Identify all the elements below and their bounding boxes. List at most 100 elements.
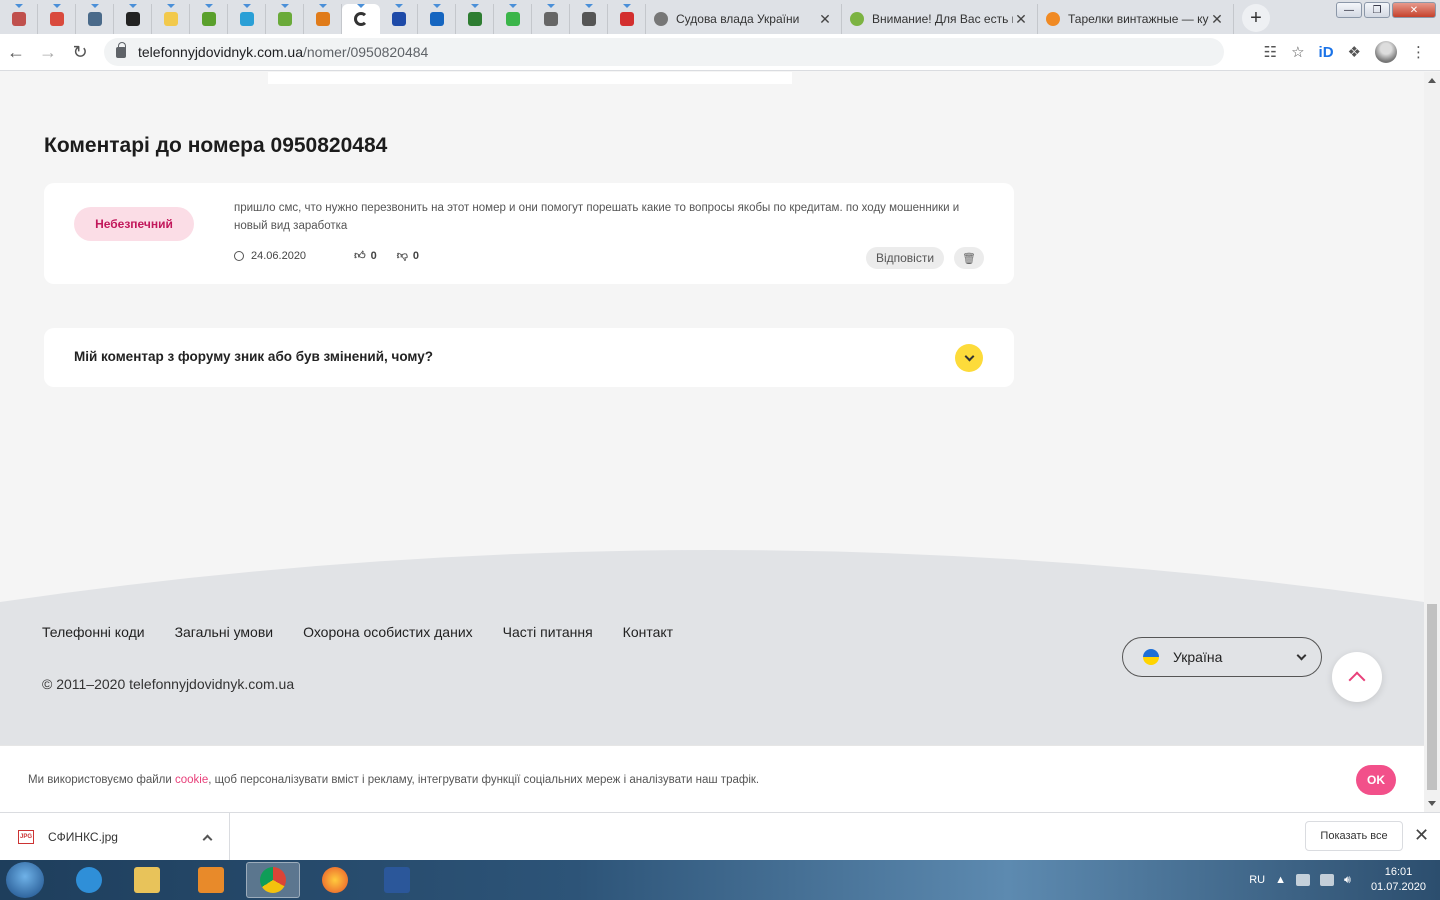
tab-title: Судова влада України <box>676 12 800 26</box>
back-button[interactable]: ← <box>0 36 32 68</box>
pinned-tab[interactable] <box>418 4 456 34</box>
scroll-up-arrow-icon[interactable] <box>1428 78 1436 83</box>
taskbar-media-player[interactable] <box>184 862 238 898</box>
rst-icon <box>619 12 634 26</box>
start-button[interactable] <box>6 862 44 898</box>
dislike-button[interactable]: 👎︎ 0 <box>397 249 419 263</box>
footer-link-terms[interactable]: Загальні умови <box>175 624 274 640</box>
footer-link-privacy[interactable]: Охорона особистих даних <box>303 624 473 640</box>
close-tab-icon[interactable]: ✕ <box>1209 11 1225 28</box>
jpg-file-icon: JPG <box>18 830 34 844</box>
comment-card: Небезпечний пришло смс, что нужно перезв… <box>44 183 1014 284</box>
browser-tab[interactable]: Судова влада України ✕ <box>646 4 842 34</box>
profile-avatar[interactable] <box>1375 41 1397 63</box>
comment-date: 24.06.2020 <box>251 249 307 262</box>
pinned-tab[interactable] <box>570 4 608 34</box>
page-content: Коментарі до номера 0950820484 Небезпечн… <box>0 72 1424 812</box>
chrome-icon <box>260 867 286 893</box>
scroll-down-arrow-icon[interactable] <box>1428 801 1436 806</box>
pinned-tab[interactable] <box>38 4 76 34</box>
volume-icon[interactable]: 🔊︎ <box>1344 874 1351 887</box>
tray-date: 01.07.2020 <box>1370 881 1426 893</box>
ukraine-flag-icon <box>163 12 178 26</box>
taskbar-ie[interactable] <box>62 862 116 898</box>
chevron-down-icon <box>964 351 974 361</box>
word-icon <box>384 867 410 893</box>
address-bar[interactable]: telefonnyjdovidnyk.com.ua/nomer/09508204… <box>104 38 1224 66</box>
country-select[interactable]: Україна <box>1122 637 1322 677</box>
delete-button[interactable]: 🗑︎ <box>954 247 984 269</box>
cookie-text-after: , щоб персоналізувати вміст і рекламу, і… <box>208 774 760 786</box>
close-tab-icon[interactable]: ✕ <box>1013 11 1029 28</box>
id-extension-icon[interactable]: iD <box>1319 44 1334 61</box>
pinned-tab[interactable] <box>342 4 380 34</box>
cookie-link[interactable]: cookie <box>175 774 208 786</box>
download-bar: JPG СФИНКС.jpg Показать все ✕ <box>0 812 1440 861</box>
browser-tab[interactable]: Внимание! Для Вас есть во ✕ <box>842 4 1038 34</box>
close-tab-icon[interactable]: ✕ <box>817 11 833 28</box>
opera-icon <box>125 12 140 26</box>
window-close-button[interactable]: ✕ <box>1392 2 1436 18</box>
info-icon <box>429 12 444 26</box>
pinned-tab[interactable] <box>608 4 646 34</box>
bookmark-star-icon[interactable]: ☆ <box>1291 43 1304 61</box>
like-button[interactable]: 👍︎ 0 <box>354 249 377 263</box>
pinned-tab[interactable] <box>228 4 266 34</box>
footer-link-faq[interactable]: Часті питання <box>503 624 593 640</box>
pinned-tab[interactable] <box>76 4 114 34</box>
footer-link-phone-codes[interactable]: Телефонні коди <box>42 624 145 640</box>
forward-button[interactable]: → <box>32 36 64 68</box>
download-item[interactable]: JPG СФИНКС.jpg <box>0 813 230 861</box>
pinned-tab[interactable] <box>304 4 342 34</box>
trident-icon <box>391 12 406 26</box>
faq-expand-button[interactable] <box>955 344 983 372</box>
pinned-tab[interactable] <box>190 4 228 34</box>
page-scrollbar[interactable] <box>1424 72 1440 812</box>
previous-card-bottom <box>268 72 792 84</box>
pinned-tab[interactable] <box>0 4 38 34</box>
taskbar-explorer[interactable] <box>120 862 174 898</box>
footer-link-contact[interactable]: Контакт <box>623 624 673 640</box>
comments-title: Коментарі до номера 0950820484 <box>44 134 388 157</box>
translate-icon[interactable]: ☷ <box>1264 43 1277 61</box>
extensions-puzzle-icon[interactable]: ❖ <box>1348 43 1361 61</box>
maximize-button[interactable]: ❐ <box>1364 2 1390 18</box>
taskbar-firefox[interactable] <box>308 862 362 898</box>
sun-icon <box>1046 12 1060 26</box>
privat-icon <box>467 12 482 26</box>
pinned-tab[interactable] <box>266 4 304 34</box>
tray-clock[interactable]: 16:01 01.07.2020 <box>1371 865 1426 895</box>
pinned-tab[interactable] <box>456 4 494 34</box>
comment-text: пришло смс, что нужно перезвонить на это… <box>234 202 960 232</box>
scrollbar-thumb[interactable] <box>1427 604 1437 790</box>
box-icon <box>850 12 864 26</box>
cookie-ok-button[interactable]: OK <box>1356 765 1396 795</box>
taskbar-chrome[interactable] <box>246 862 300 898</box>
scroll-to-top-button[interactable] <box>1332 652 1382 702</box>
pinned-tab[interactable] <box>152 4 190 34</box>
browser-tab[interactable]: Тарелки винтажные — куп ✕ <box>1038 4 1234 34</box>
pinned-tab[interactable] <box>532 4 570 34</box>
flag-tray-icon[interactable] <box>1296 874 1310 886</box>
new-tab-button[interactable]: + <box>1242 4 1270 32</box>
globe-icon <box>654 12 668 26</box>
pinned-tab[interactable] <box>380 4 418 34</box>
internet-explorer-icon <box>76 867 102 893</box>
show-all-downloads-button[interactable]: Показать все <box>1305 821 1403 851</box>
chevron-up-icon <box>1348 671 1366 689</box>
minimize-button[interactable]: — <box>1336 2 1362 18</box>
reload-button[interactable]: ↻ <box>64 36 96 68</box>
faq-accordion[interactable]: Мій коментар з форуму зник або був зміне… <box>44 328 1014 387</box>
chevron-up-icon[interactable] <box>202 834 213 844</box>
tray-expand-icon[interactable]: ▲ <box>1275 874 1286 886</box>
pinned-tab[interactable] <box>494 4 532 34</box>
pinned-tab[interactable] <box>114 4 152 34</box>
footer-nav: Телефонні коди Загальні умови Охорона ос… <box>42 624 673 640</box>
language-indicator[interactable]: RU <box>1249 874 1265 886</box>
menu-kebab-icon[interactable]: ⋮ <box>1411 43 1426 61</box>
network-tray-icon[interactable] <box>1320 874 1334 886</box>
taskbar-word[interactable] <box>370 862 424 898</box>
reply-button[interactable]: Відповісти <box>866 247 944 269</box>
folder-icon <box>134 867 160 893</box>
close-download-bar-icon[interactable]: ✕ <box>1414 825 1429 846</box>
